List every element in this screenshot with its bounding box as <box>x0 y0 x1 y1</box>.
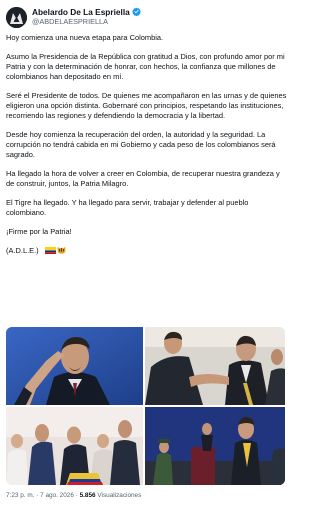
verified-badge-icon <box>131 7 141 17</box>
post-paragraph: El Tigre ha llegado. Y ha llegado para s… <box>6 197 249 218</box>
post-signature: (A.D.L.E.) <box>6 245 39 255</box>
ceremony-photo[interactable] <box>145 407 285 485</box>
views-count: 5.856 <box>79 492 96 499</box>
post-paragraph: Desde hoy comienza la recuperación del o… <box>6 129 276 160</box>
author-name[interactable]: Abelardo De La Espriella <box>32 7 130 17</box>
post-text: Hoy comienza una nueva etapa para Colomb… <box>6 33 290 264</box>
crowd-photo[interactable] <box>6 407 143 485</box>
salute-photo[interactable] <box>6 327 143 405</box>
views-label: Visualizaciones <box>97 492 142 499</box>
profile-avatar-icon[interactable] <box>6 6 27 28</box>
post-footer: 7:23 p. m. · 7 ago. 2026 · 5.856 Visuali… <box>6 492 141 499</box>
post-paragraph: Hoy comienza una nueva etapa para Colomb… <box>6 33 164 42</box>
post-paragraph: Seré el Presidente de todos. De quienes … <box>6 90 287 121</box>
media-grid <box>6 327 285 485</box>
handshake-photo[interactable] <box>145 327 285 405</box>
colombia-flag-icon <box>44 247 56 255</box>
post-date[interactable]: 7 ago. 2026 <box>40 492 74 499</box>
tiger-icon <box>57 247 66 254</box>
separator: · <box>36 492 39 499</box>
post-card: Abelardo De La Espriella @ABDELAESPRIELL… <box>0 0 293 508</box>
post-paragraph: Ha llegado la hora de volver a creer en … <box>6 169 280 189</box>
post-time[interactable]: 7:23 p. m. <box>6 492 34 499</box>
author-handle[interactable]: @ABDELAESPRIELLA <box>32 17 141 27</box>
post-paragraph: Asumo la Presidencia de la República con… <box>6 51 285 82</box>
post-signature-line: (A.D.L.E.) <box>6 246 290 256</box>
post-header: Abelardo De La Espriella @ABDELAESPRIELL… <box>6 5 141 29</box>
post-paragraph: ¡Firme por la Patria! <box>6 226 72 236</box>
separator: · <box>75 492 78 499</box>
